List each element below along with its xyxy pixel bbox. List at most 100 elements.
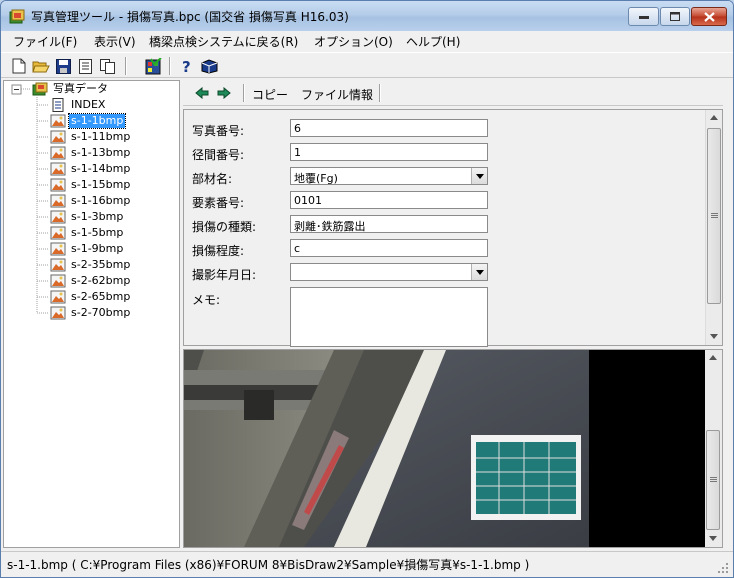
tree-item[interactable]: s-1-5bmp <box>50 225 125 241</box>
menu-file[interactable]: ファイル(F) <box>13 33 77 50</box>
tree-item-label: s-1-15bmp <box>71 178 131 191</box>
bitmap-file-icon <box>50 162 66 176</box>
scroll-up-icon[interactable] <box>709 355 717 360</box>
tree-item-label: s-1-5bmp <box>71 226 124 239</box>
damage-level-label: 損傷程度: <box>192 244 245 258</box>
save-disk-icon <box>55 58 71 74</box>
tree-item-label: s-1-9bmp <box>71 242 124 255</box>
memo-label: メモ: <box>192 293 221 307</box>
member-name-label: 部材名: <box>192 172 233 186</box>
detail-toolbar: コピー ファイル情報 <box>183 80 723 106</box>
app-icon <box>9 9 25 24</box>
open-button[interactable] <box>31 56 51 76</box>
app-window: 写真管理ツール - 損傷写真.bpc (国交省 損傷写真 H16.03) ファイ… <box>0 0 734 578</box>
about-button[interactable] <box>199 56 219 76</box>
bitmap-file-icon <box>50 242 66 256</box>
photo-no-label: 写真番号: <box>192 124 245 138</box>
tree-item[interactable]: s-1-14bmp <box>50 161 132 177</box>
damage-level-field[interactable]: c <box>290 239 488 257</box>
file-info-button[interactable]: ファイル情報 <box>301 86 373 103</box>
copy-doc-button[interactable] <box>97 56 117 76</box>
tree-item-label: INDEX <box>71 98 106 111</box>
document-button[interactable] <box>75 56 95 76</box>
check-button[interactable] <box>143 56 163 76</box>
chevron-down-icon <box>475 173 484 179</box>
tree-item[interactable]: s-2-35bmp <box>50 257 132 273</box>
maximize-icon <box>670 12 680 21</box>
scroll-down-icon[interactable] <box>710 334 718 339</box>
copy-button[interactable]: コピー <box>252 86 288 103</box>
status-bar: s-1-1.bmp ( C:¥Program Files (x86)¥FORUM… <box>1 551 733 577</box>
resize-grip-icon[interactable] <box>717 562 729 574</box>
box-icon <box>201 58 217 74</box>
menu-return-bridge-system[interactable]: 橋梁点検システムに戻る(R) <box>149 33 298 50</box>
minimize-button[interactable] <box>628 7 659 26</box>
tree-item-label: s-1-1bmp <box>67 113 127 129</box>
tree-item[interactable]: s-1-16bmp <box>50 193 132 209</box>
tree-item-label: s-1-3bmp <box>71 210 124 223</box>
question-mark-icon: ? <box>182 58 191 74</box>
element-no-label: 要素番号: <box>192 196 245 210</box>
bitmap-file-icon <box>50 306 66 320</box>
tree-root-label: 写真データ <box>53 82 108 95</box>
new-button[interactable] <box>9 56 29 76</box>
svg-text:?: ? <box>182 58 191 74</box>
prev-photo-button[interactable] <box>193 85 211 101</box>
grip-icon <box>710 477 717 482</box>
span-no-field[interactable]: 1 <box>290 143 488 161</box>
tree-item[interactable]: s-1-11bmp <box>50 129 132 145</box>
scroll-up-icon[interactable] <box>710 115 718 120</box>
close-icon <box>703 11 715 22</box>
menu-view[interactable]: 表示(V) <box>94 33 136 50</box>
tree-item-label: s-1-16bmp <box>71 194 131 207</box>
tree-item[interactable]: s-2-70bmp <box>50 305 132 321</box>
tree-item[interactable]: s-2-65bmp <box>50 289 132 305</box>
shoot-date-select[interactable] <box>290 263 488 281</box>
preview-scrollbar[interactable] <box>705 350 722 547</box>
scroll-down-icon[interactable] <box>709 536 717 541</box>
bitmap-file-icon <box>50 146 66 160</box>
tree-item-selected[interactable]: s-1-1bmp <box>50 113 127 129</box>
memo-textarea[interactable] <box>290 287 488 347</box>
photo-tree[interactable]: 写真データ INDEX s-1-1bmp s-1-11bmp s-1-13bmp… <box>3 80 180 548</box>
tree-item[interactable]: s-2-62bmp <box>50 273 132 289</box>
tree-item-label: s-1-13bmp <box>71 146 131 159</box>
preview-scroll-thumb[interactable] <box>706 430 720 530</box>
copy-pages-icon <box>99 58 115 74</box>
menu-bar: ファイル(F) 表示(V) 橋梁点検システムに戻る(R) オプション(O) ヘル… <box>1 31 733 51</box>
maximize-button[interactable] <box>660 7 690 26</box>
menu-options[interactable]: オプション(O) <box>314 33 393 50</box>
next-photo-button[interactable] <box>215 85 233 101</box>
minimize-icon <box>638 15 649 19</box>
save-button[interactable] <box>53 56 73 76</box>
help-button[interactable]: ? <box>177 56 197 76</box>
tree-item[interactable]: s-1-15bmp <box>50 177 132 193</box>
title-bar[interactable]: 写真管理ツール - 損傷写真.bpc (国交省 損傷写真 H16.03) <box>1 1 733 31</box>
tree-item[interactable]: s-1-13bmp <box>50 145 132 161</box>
close-button[interactable] <box>691 7 727 26</box>
menu-help[interactable]: ヘルプ(H) <box>406 33 460 50</box>
new-file-icon <box>12 58 26 74</box>
form-scrollbar[interactable] <box>705 110 722 345</box>
arrow-left-icon <box>195 87 209 99</box>
photo-data-folder-icon <box>32 82 48 96</box>
shoot-date-dropdown-button[interactable] <box>471 264 487 280</box>
tree-root[interactable]: 写真データ <box>32 81 110 97</box>
tree-item[interactable]: s-1-9bmp <box>50 241 125 257</box>
member-name-select[interactable]: 地覆(Fg) <box>290 167 488 185</box>
photo-no-field[interactable]: 6 <box>290 119 488 137</box>
form-scroll-thumb[interactable] <box>707 128 721 304</box>
tree-item[interactable]: s-1-3bmp <box>50 209 125 225</box>
damage-type-field[interactable]: 剥離･鉄筋露出 <box>290 215 488 233</box>
arrow-right-icon <box>217 87 231 99</box>
shoot-date-label: 撮影年月日: <box>192 268 257 282</box>
member-name-value: 地覆(Fg) <box>294 172 338 185</box>
element-no-field[interactable]: 0101 <box>290 191 488 209</box>
bitmap-file-icon <box>50 194 66 208</box>
photo-info-form: 写真番号: 6 径間番号: 1 部材名: 地覆(Fg) 要素番号: 0101 損… <box>183 109 723 347</box>
bitmap-file-icon <box>50 226 66 240</box>
tree-item-index[interactable]: INDEX <box>50 97 107 113</box>
chevron-down-icon <box>475 269 484 275</box>
member-name-dropdown-button[interactable] <box>471 168 487 184</box>
damage-photo <box>184 350 707 547</box>
